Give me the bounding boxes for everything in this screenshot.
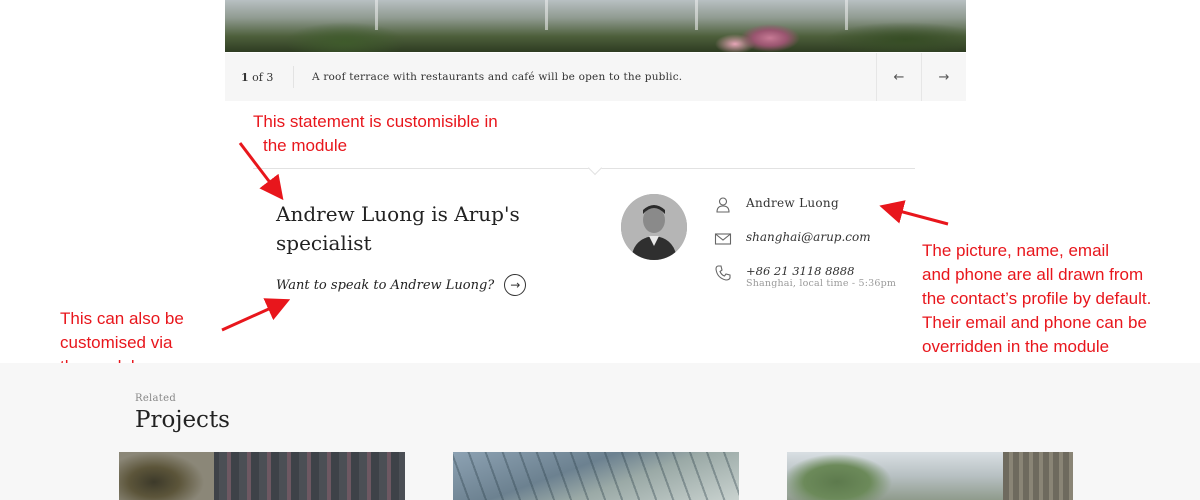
related-projects-section: Related Projects [0,363,1200,500]
tree-foliage [119,452,214,500]
arrow-to-statement [238,142,284,201]
related-title: Projects [135,407,230,433]
project-card-image[interactable] [453,452,739,500]
arrow-to-profile [879,200,949,226]
glass-facade [453,452,739,500]
arrow-to-cta [221,298,291,332]
project-card-image[interactable] [787,452,1073,500]
related-kicker: Related [135,393,177,404]
project-card-image[interactable] [119,452,405,500]
building-facade [1003,452,1073,500]
tree-foliage [787,452,897,500]
